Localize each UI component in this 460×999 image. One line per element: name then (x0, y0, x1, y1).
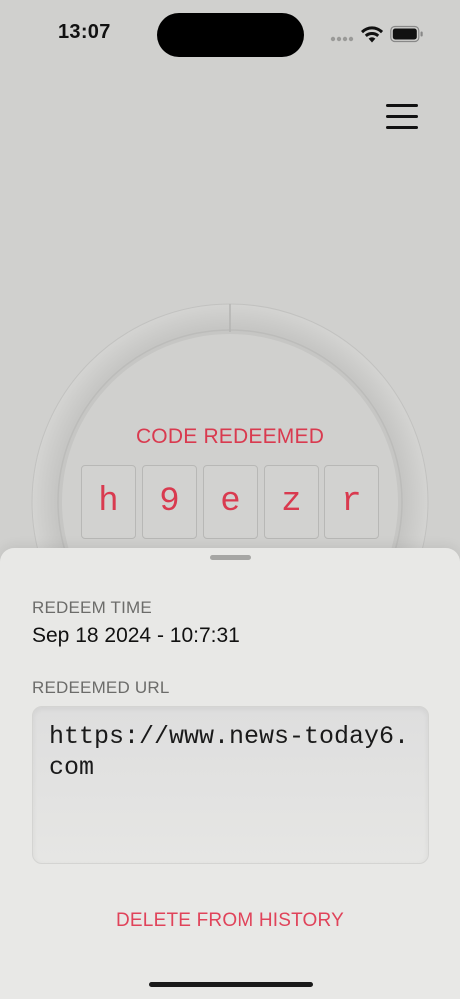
dynamic-island (157, 13, 304, 57)
delete-from-history-button[interactable]: DELETE FROM HISTORY (0, 910, 460, 932)
wifi-icon (361, 26, 383, 43)
code-char-box: r (324, 465, 379, 539)
status-time: 13:07 (58, 21, 111, 43)
code-display: h 9 e z r (81, 465, 381, 541)
battery-icon (390, 25, 423, 43)
menu-button[interactable] (380, 98, 424, 136)
code-char-box: 9 (142, 465, 197, 539)
sheet-grabber[interactable] (210, 555, 251, 560)
status-bar: 13:07 (0, 0, 460, 70)
redeem-time-label: REDEEM TIME (32, 598, 152, 617)
redeemed-url-field[interactable]: https://www.news-today6.com (32, 706, 429, 864)
code-char-box: e (203, 465, 258, 539)
code-status-label: CODE REDEEMED (135, 425, 325, 448)
redeem-details-sheet: REDEEM TIME Sep 18 2024 - 10:7:31 REDEEM… (0, 548, 460, 999)
code-char-box: z (264, 465, 319, 539)
home-indicator (149, 982, 313, 987)
redeemed-url-label: REDEEMED URL (32, 678, 170, 697)
redeem-time-value: Sep 18 2024 - 10:7:31 (32, 624, 240, 647)
cellular-signal-icon (330, 36, 354, 42)
code-char-box: h (81, 465, 136, 539)
